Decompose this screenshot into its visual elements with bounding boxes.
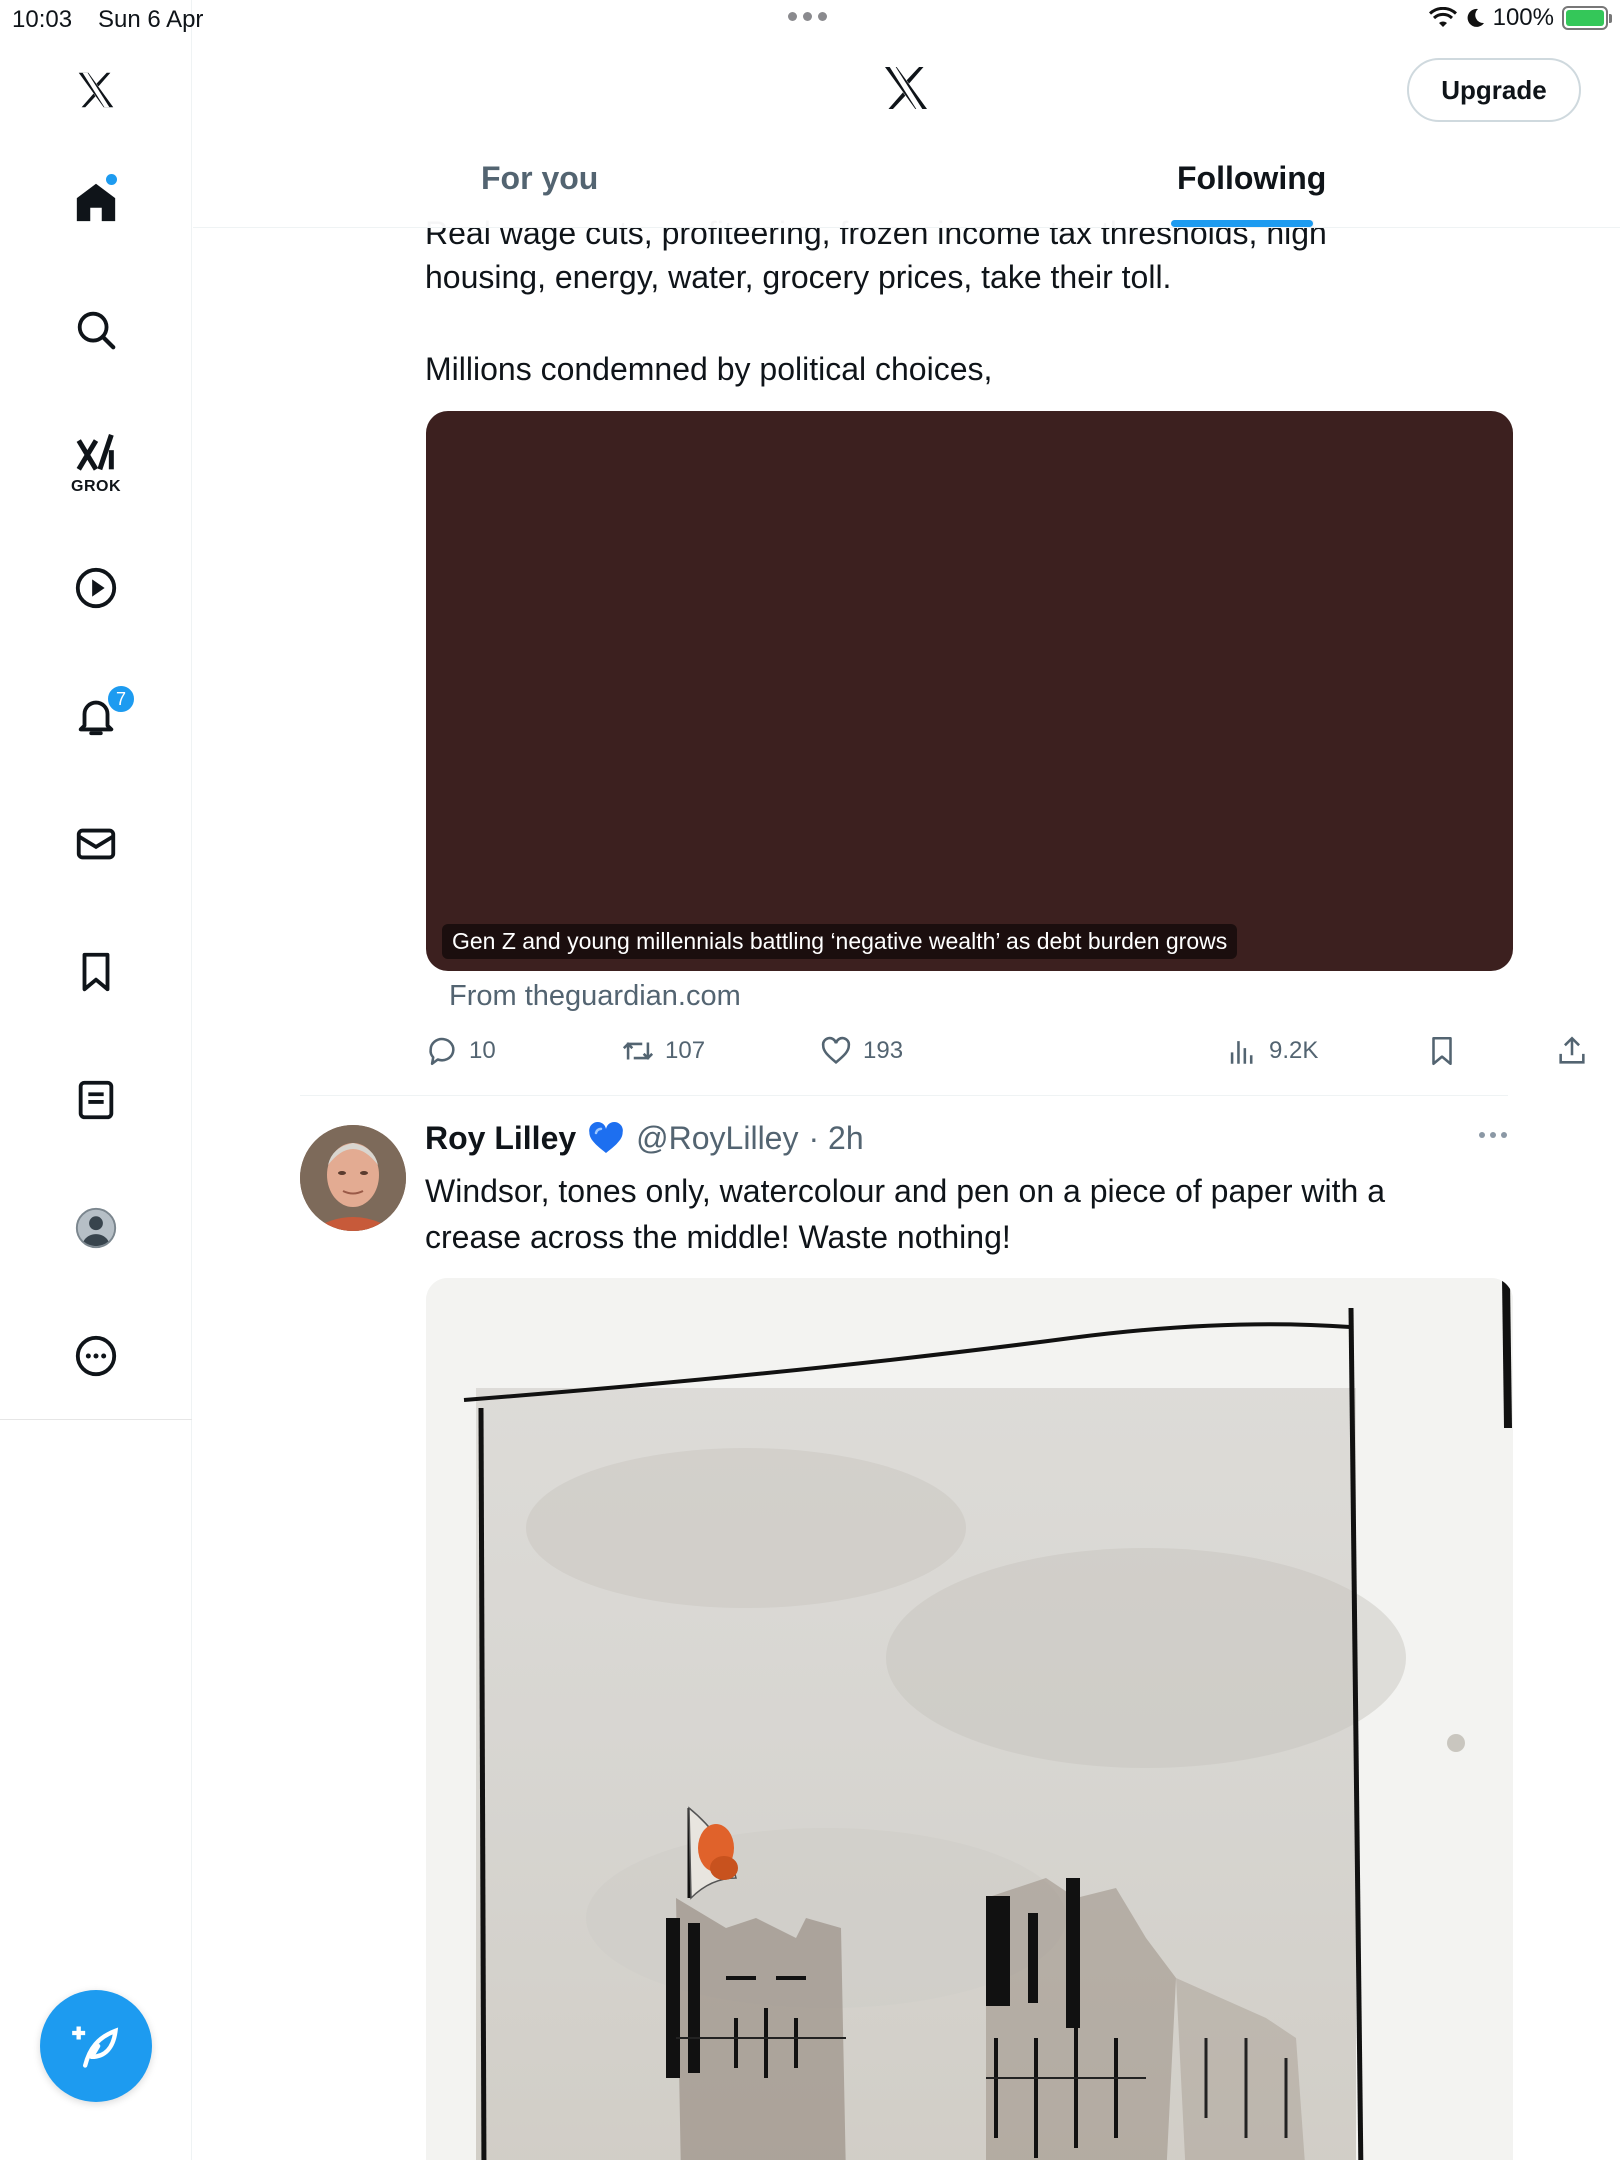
post-divider	[300, 1095, 1508, 1096]
sidebar: GROK 7	[0, 0, 192, 2160]
profile-icon	[75, 1207, 117, 1249]
post-text-line: Windsor, tones only, watercolour and pen…	[425, 1173, 1385, 1209]
compose-icon	[72, 2026, 119, 2068]
list-icon	[78, 1080, 114, 1120]
author-handle[interactable]: @RoyLilley	[636, 1120, 798, 1157]
post-time[interactable]: · 2h	[808, 1120, 863, 1157]
post-text-line: housing, energy, water, grocery prices, …	[425, 259, 1172, 295]
repost-button[interactable]: 107	[621, 1034, 705, 1068]
sidebar-item-messages[interactable]	[66, 814, 126, 874]
x-logo-icon[interactable]	[878, 60, 934, 116]
sidebar-item-bookmarks[interactable]	[66, 942, 126, 1002]
multitask-dots[interactable]	[788, 12, 827, 21]
author-name[interactable]: Roy Lilley	[425, 1120, 576, 1157]
blue-heart-icon	[589, 1122, 623, 1153]
compose-button[interactable]	[40, 1990, 152, 2102]
sidebar-item-video[interactable]	[66, 558, 126, 618]
status-date: Sun 6 Apr	[98, 6, 204, 33]
link-card[interactable]: Gen Z and young millennials battling ‘ne…	[426, 411, 1513, 971]
moon-icon	[1467, 8, 1484, 27]
x-logo-icon[interactable]	[66, 60, 126, 120]
views-count: 9.2K	[1269, 1037, 1319, 1064]
avatar[interactable]	[300, 1125, 406, 1231]
notifications-badge: 7	[106, 684, 136, 714]
bookmark-icon	[82, 952, 110, 992]
repost-count: 107	[665, 1037, 706, 1064]
reply-button[interactable]: 10	[425, 1034, 496, 1068]
tab-for-you[interactable]: For you	[481, 160, 598, 210]
home-unread-dot	[106, 174, 117, 185]
share-button[interactable]	[1555, 1034, 1589, 1068]
status-bar: 10:03 Sun 6 Apr 100%	[0, 0, 1620, 40]
wifi-icon	[1428, 7, 1457, 27]
analytics-icon	[1230, 1041, 1253, 1064]
play-icon	[75, 567, 117, 609]
reply-icon	[429, 1037, 455, 1066]
link-card-title: Gen Z and young millennials battling ‘ne…	[442, 924, 1238, 959]
grok-label: GROK	[71, 478, 121, 495]
heart-icon	[821, 1036, 851, 1064]
repost-icon	[622, 1042, 654, 1060]
like-button[interactable]: 193	[819, 1034, 903, 1068]
sidebar-item-home[interactable]	[66, 172, 126, 232]
post-author[interactable]: Roy Lilley @RoyLilley · 2h	[425, 1118, 864, 1158]
views-button[interactable]: 9.2K	[1225, 1034, 1318, 1068]
search-icon	[77, 311, 116, 350]
status-time: 10:03	[12, 6, 73, 33]
mail-icon	[76, 828, 116, 860]
tab-following[interactable]: Following	[1177, 160, 1326, 210]
post-text-line: Millions condemned by political choices,	[425, 351, 993, 387]
sidebar-item-grok[interactable]	[66, 424, 126, 484]
sidebar-item-search[interactable]	[66, 300, 126, 360]
home-icon	[76, 183, 116, 222]
reply-count: 10	[469, 1037, 496, 1064]
share-icon	[1559, 1036, 1585, 1064]
bookmark-button[interactable]	[1425, 1034, 1459, 1068]
post-actions: 10 107 193 9.2K	[425, 1034, 1585, 1078]
sidebar-divider	[0, 1419, 192, 1420]
upgrade-button[interactable]: Upgrade	[1407, 58, 1581, 122]
sidebar-item-profile[interactable]	[66, 1198, 126, 1258]
tab-active-indicator	[1171, 220, 1313, 227]
grok-icon	[76, 434, 114, 471]
like-count: 193	[863, 1037, 904, 1064]
battery-icon	[1562, 6, 1612, 30]
more-icon	[75, 1335, 117, 1377]
post-image[interactable]	[426, 1278, 1513, 2160]
post-text-line: crease across the middle! Waste nothing!	[425, 1219, 1011, 1255]
post-more-icon[interactable]	[1479, 1132, 1507, 1138]
sidebar-item-lists[interactable]	[66, 1070, 126, 1130]
timeline[interactable]: Real wage cuts, profiteering, frozen inc…	[193, 0, 1620, 2160]
bookmark-icon	[1432, 1036, 1452, 1066]
status-right: 100%	[1428, 4, 1612, 32]
battery-percent: 100%	[1492, 4, 1554, 31]
link-card-source[interactable]: From theguardian.com	[449, 980, 741, 1013]
sidebar-item-more[interactable]	[66, 1326, 126, 1386]
